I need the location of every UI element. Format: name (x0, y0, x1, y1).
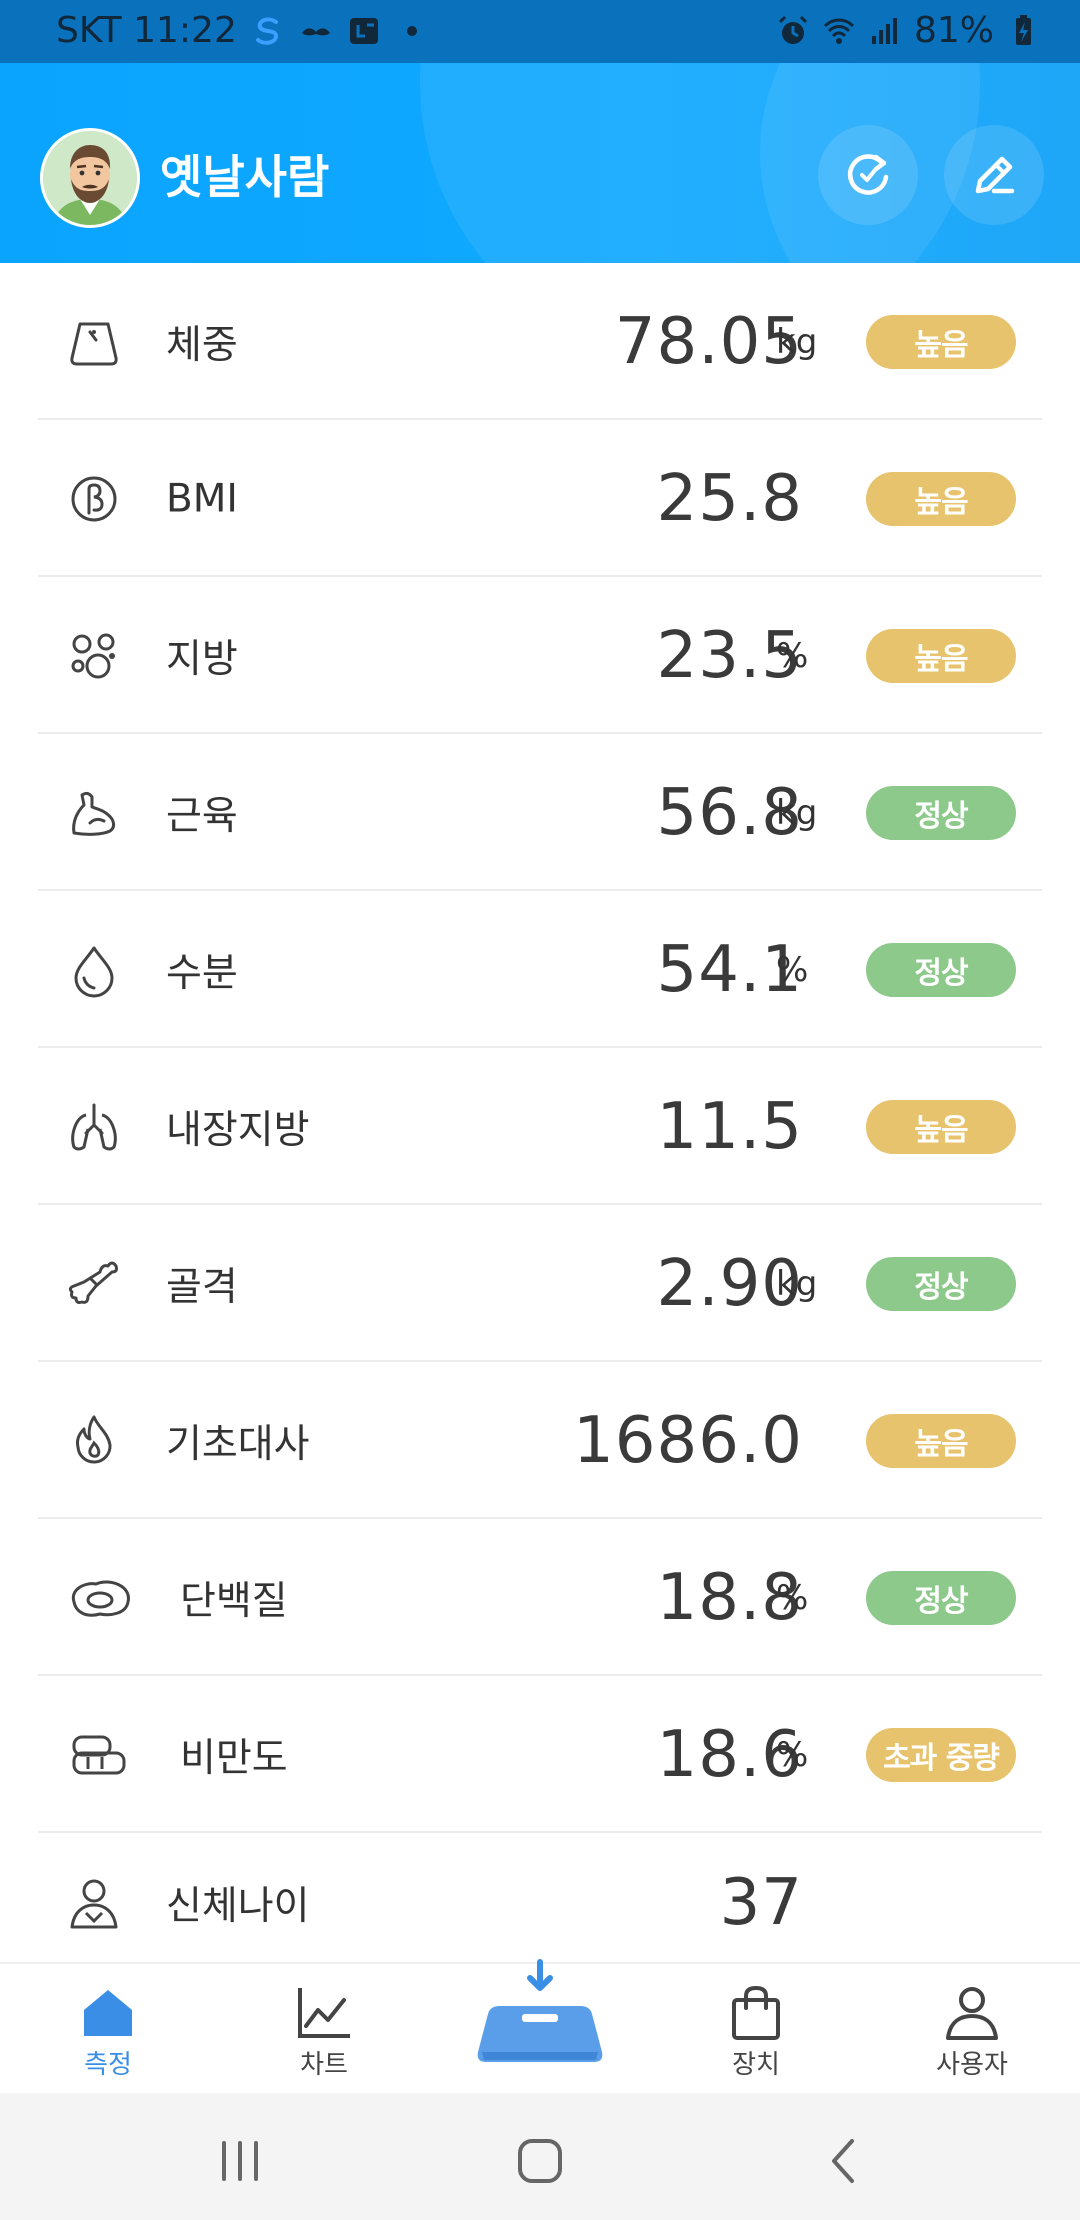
metric-unit: kg (776, 792, 818, 833)
refresh-icon (847, 154, 889, 195)
metric-value: 1686.0 (573, 1403, 803, 1478)
metric-value: 11.5 (656, 1089, 803, 1164)
avatar[interactable] (40, 128, 140, 228)
weight-icon (62, 310, 126, 374)
status-badge: 정상 (866, 1256, 1016, 1311)
status-badge: 높음 (866, 1413, 1016, 1468)
status-badge: 높음 (866, 628, 1016, 683)
metric-label: 근육 (166, 793, 238, 839)
metric-value: 37 (719, 1866, 803, 1940)
metric-unit: % (776, 1734, 809, 1775)
back-button[interactable] (814, 2131, 874, 2191)
muscle-icon (62, 781, 126, 845)
status-badge: 높음 (866, 314, 1016, 369)
bearded-man-avatar-icon (43, 131, 137, 225)
metric-row-visceral-fat[interactable]: 내장지방 11.5 높음 (0, 1048, 1080, 1205)
nav-user[interactable]: 사용자 (902, 1982, 1042, 2081)
metric-row-bmi[interactable]: BMI 25.8 높음 (0, 420, 1080, 577)
metric-row-muscle[interactable]: 근육 56.8 kg 정상 (0, 734, 1080, 891)
status-badge: 초과 중량 (866, 1727, 1016, 1782)
scale-sync-button[interactable] (470, 1956, 610, 2088)
dot-icon (395, 14, 429, 48)
metric-label: 단백질 (180, 1578, 288, 1624)
obesity-icon (66, 1723, 130, 1787)
fat-icon (62, 624, 126, 688)
back-icon (832, 2139, 854, 2183)
system-nav-bar (0, 2093, 1080, 2220)
user-icon (946, 1987, 998, 2040)
metric-value: 78.05 (614, 304, 803, 379)
scale-sync-icon (477, 1959, 603, 2062)
bottom-nav: 측정 차트 장치 사용자 (0, 1959, 1080, 2095)
metric-unit: % (776, 949, 809, 990)
metric-label: BMI (166, 476, 238, 521)
metric-unit: % (776, 1577, 809, 1618)
nav-label: 차트 (300, 2050, 348, 2080)
metric-row-bmr[interactable]: 기초대사 1686.0 높음 (0, 1362, 1080, 1519)
metric-label: 수분 (166, 950, 238, 996)
alarm-icon (776, 14, 810, 48)
home-icon (84, 1990, 132, 2036)
metric-list: 체중 78.05 kg 높음 BMI 25.8 높음 지방 23.5 % 높음 … (0, 263, 1080, 1973)
edit-button[interactable] (944, 125, 1044, 225)
recent-apps-icon (222, 2141, 258, 2181)
metric-label: 골격 (166, 1264, 238, 1310)
nav-measure[interactable]: 측정 (38, 1982, 178, 2081)
metric-row-fat[interactable]: 지방 23.5 % 높음 (0, 577, 1080, 734)
metric-unit: % (776, 635, 809, 676)
metric-label: 체중 (166, 322, 238, 368)
refresh-button[interactable] (818, 125, 918, 225)
edit-icon (975, 156, 1015, 194)
metric-label: 신체나이 (166, 1884, 310, 1929)
visceral-fat-icon (62, 1095, 126, 1159)
nav-label: 사용자 (936, 2050, 1008, 2080)
nav-device[interactable]: 장치 (686, 1982, 826, 2081)
metric-label: 비만도 (180, 1735, 288, 1781)
username[interactable]: 옛날사람 (160, 141, 329, 207)
carrier-time: SKT 11:22 (56, 10, 237, 51)
metric-label: 지방 (166, 636, 238, 682)
metric-label: 내장지방 (166, 1107, 310, 1153)
bone-icon (62, 1252, 126, 1316)
recent-apps-button[interactable] (210, 2131, 270, 2191)
flame-icon (62, 1409, 126, 1473)
protein-icon (66, 1566, 136, 1630)
calendar-app-icon (347, 14, 381, 48)
battery-percent: 81% (913, 10, 994, 51)
metric-row-body-age[interactable]: 신체나이 37 (0, 1833, 1080, 1973)
s-app-icon (251, 14, 285, 48)
status-bar: SKT 11:22 81% (0, 0, 1080, 63)
body-age-icon (62, 1871, 126, 1935)
status-badge: 높음 (866, 471, 1016, 526)
mustache-app-icon (299, 14, 333, 48)
metric-unit: kg (776, 1263, 818, 1304)
metric-value: 25.8 (656, 461, 803, 536)
home-button[interactable] (510, 2131, 570, 2191)
metric-unit: kg (776, 321, 818, 362)
home-button-icon (518, 2139, 562, 2183)
nav-label: 장치 (732, 2050, 780, 2080)
profile-header: 옛날사람 (0, 63, 1080, 263)
status-badge: 정상 (866, 1570, 1016, 1625)
device-bag-icon (732, 1985, 780, 2040)
metric-row-weight[interactable]: 체중 78.05 kg 높음 (0, 263, 1080, 420)
status-badge: 정상 (866, 942, 1016, 997)
water-drop-icon (62, 938, 126, 1002)
metric-row-obesity[interactable]: 비만도 18.6 % 초과 중량 (0, 1676, 1080, 1833)
metric-row-bone[interactable]: 골격 2.90 kg 정상 (0, 1205, 1080, 1362)
nav-chart[interactable]: 차트 (254, 1982, 394, 2081)
status-badge: 정상 (866, 785, 1016, 840)
nav-label: 측정 (84, 2050, 132, 2080)
chart-icon (298, 1988, 350, 2038)
metric-row-water[interactable]: 수분 54.1 % 정상 (0, 891, 1080, 1048)
signal-icon (868, 14, 902, 48)
bmi-icon (62, 467, 126, 531)
status-badge: 높음 (866, 1099, 1016, 1154)
wifi-icon (822, 14, 856, 48)
battery-charging-icon (1006, 14, 1040, 48)
metric-row-protein[interactable]: 단백질 18.8 % 정상 (0, 1519, 1080, 1676)
metric-label: 기초대사 (166, 1421, 310, 1467)
